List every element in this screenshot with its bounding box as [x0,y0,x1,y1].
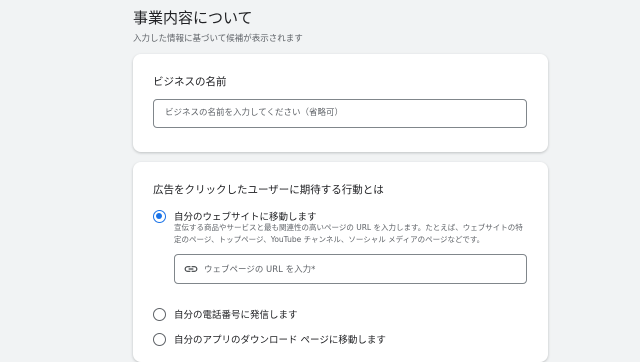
page-title: 事業内容について [133,9,253,27]
business-name-card: ビジネスの名前 ビジネスの名前を入力してください（省略可） [133,54,548,152]
option-website-label: 自分のウェブサイトに移動します [174,212,317,223]
website-url-input[interactable]: ウェブページの URL を入力* [174,254,527,284]
section-header: 事業内容について 入力した情報に基づいて候補が表示されます [133,8,303,44]
option-app-label: 自分のアプリのダウンロード ページに移動します [174,335,386,346]
option-phone[interactable]: 自分の電話番号に発信します [153,307,298,321]
goal-question: 広告をクリックしたユーザーに期待する行動とは [153,184,384,196]
option-app[interactable]: 自分のアプリのダウンロード ページに移動します [153,332,386,346]
option-website[interactable]: 自分のウェブサイトに移動します [153,209,317,223]
radio-phone[interactable] [153,307,166,321]
radio-app[interactable] [153,332,166,346]
page-subtitle: 入力した情報に基づいて候補が表示されます [133,34,303,44]
option-phone-label: 自分の電話番号に発信します [174,310,298,321]
link-icon [184,266,198,272]
business-name-input[interactable]: ビジネスの名前を入力してください（省略可） [153,99,527,128]
option-website-description: 宣伝する商品やサービスと最も関連性の高いページの URL を入力します。たとえば… [174,223,523,244]
radio-website[interactable] [153,209,166,223]
website-url-placeholder: ウェブページの URL を入力* [204,265,316,275]
goal-card: 広告をクリックしたユーザーに期待する行動とは 自分のウェブサイトに移動します 宣… [133,162,548,362]
business-name-label: ビジネスの名前 [153,76,227,88]
